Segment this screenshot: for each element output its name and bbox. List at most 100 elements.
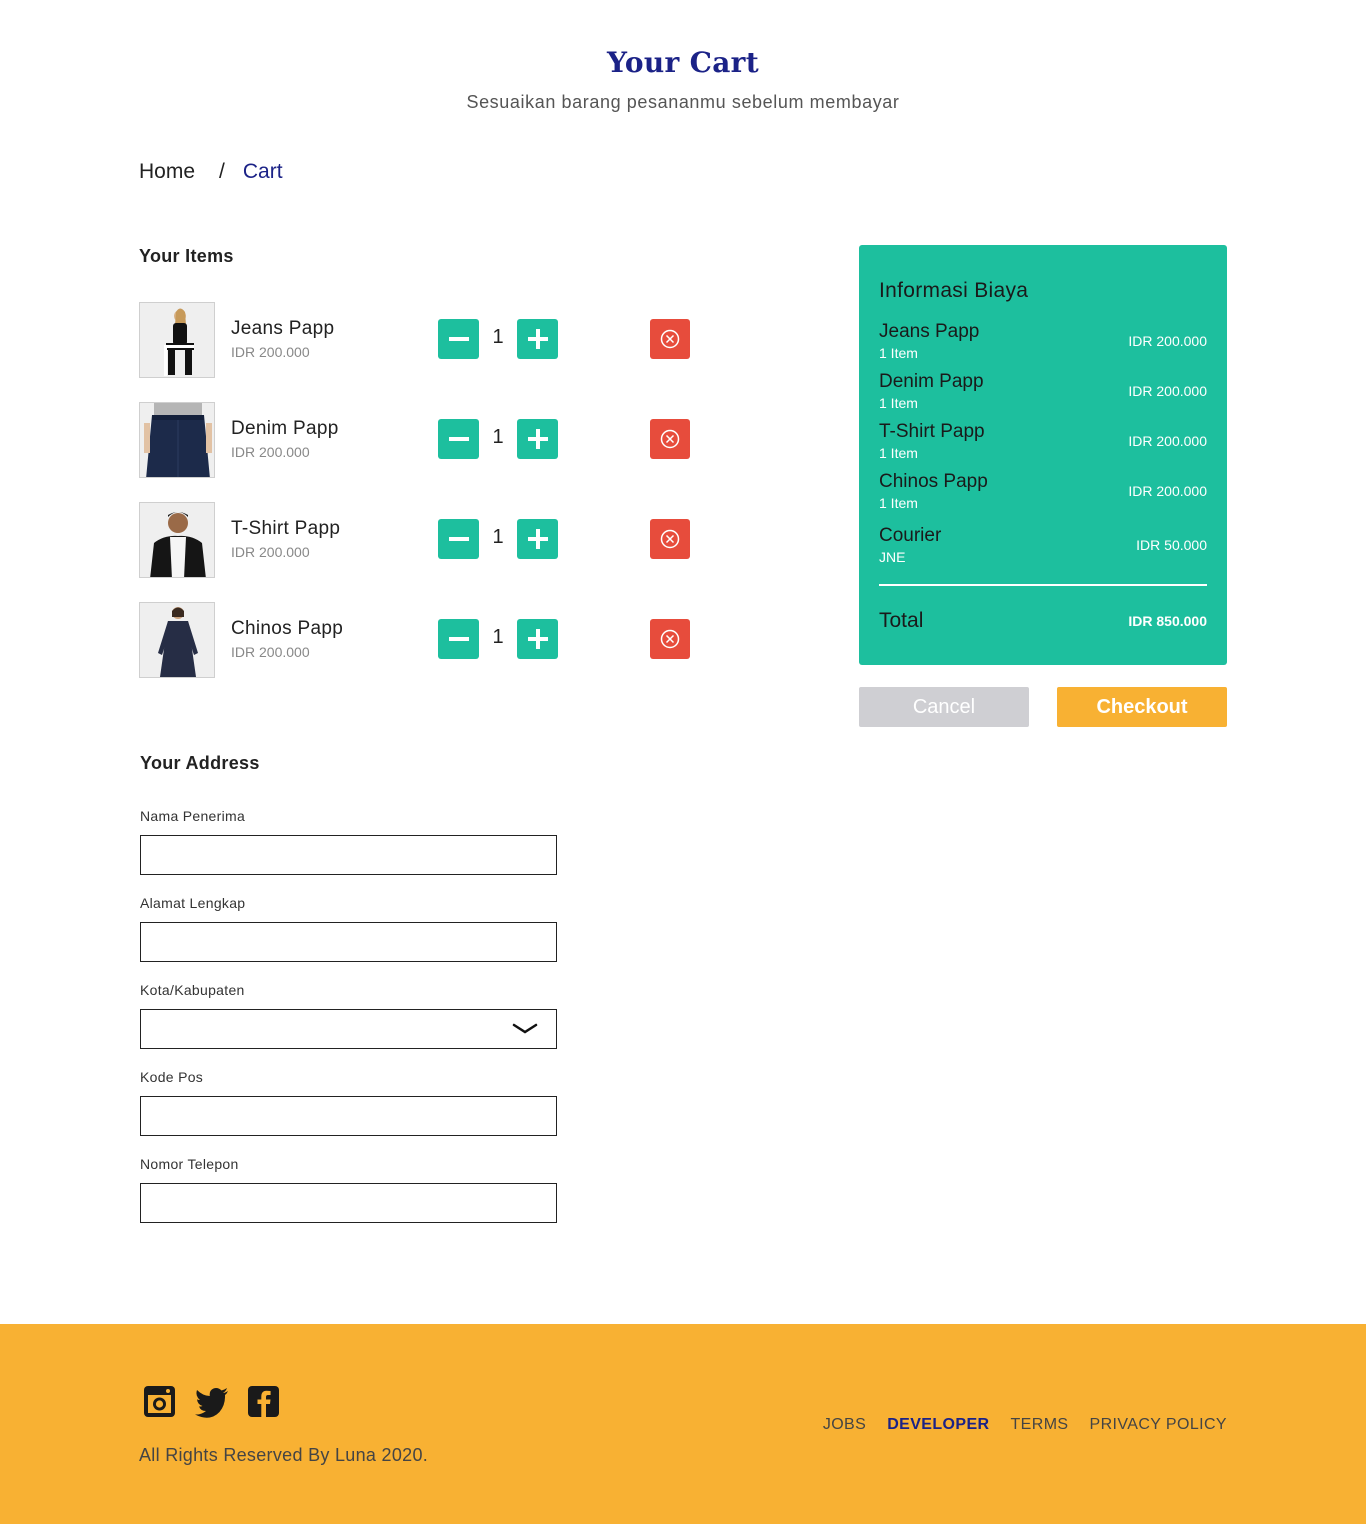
instagram-icon[interactable] <box>143 1386 177 1418</box>
postal-code-input[interactable] <box>140 1096 557 1136</box>
chevron-down-icon <box>512 1023 538 1034</box>
footer-link-terms[interactable]: TERMS <box>1011 1416 1069 1434</box>
product-image-denim-skirt <box>139 402 215 478</box>
increase-quantity-button[interactable] <box>517 619 558 659</box>
page-subtitle: Sesuaikan barang pesananmu sebelum memba… <box>466 92 900 112</box>
cost-summary-card: Informasi Biaya Jeans Papp 1 Item IDR 20… <box>859 245 1227 665</box>
product-image-man-black-jacket <box>139 502 215 578</box>
quantity-value: 1 <box>492 626 504 648</box>
minus-icon <box>448 537 469 541</box>
quantity-value: 1 <box>492 526 504 548</box>
summary-row: Jeans Papp 1 Item IDR 200.000 <box>879 321 1207 365</box>
summary-item-price: IDR 200.000 <box>1128 383 1207 399</box>
breadcrumb-home-link[interactable]: Home <box>139 160 195 184</box>
social-links <box>143 1386 281 1418</box>
breadcrumb-separator: / <box>219 160 225 183</box>
summary-item-detail: 1 Item <box>879 345 918 361</box>
product-image-woman-navy-dress <box>139 602 215 678</box>
courier-price: IDR 50.000 <box>1136 537 1207 553</box>
postal-code-label: Kode Pos <box>140 1069 204 1085</box>
increase-quantity-button[interactable] <box>517 419 558 459</box>
item-price: IDR 200.000 <box>231 644 310 660</box>
cart-item: T-Shirt Papp IDR 200.000 1 <box>139 502 699 578</box>
courier-name: JNE <box>879 549 906 565</box>
cart-item: Denim Papp IDR 200.000 1 <box>139 402 699 478</box>
plus-icon <box>527 629 548 649</box>
recipient-name-label: Nama Penerima <box>140 808 246 824</box>
copyright-text: All Rights Reserved By Luna 2020. <box>139 1445 429 1465</box>
summary-row: T-Shirt Papp 1 Item IDR 200.000 <box>879 421 1207 465</box>
cart-page: Your Cart Sesuaikan barang pesananmu seb… <box>0 0 1366 1524</box>
footer: All Rights Reserved By Luna 2020. JOBS D… <box>0 1324 1366 1524</box>
phone-number-label: Nomor Telepon <box>140 1156 239 1172</box>
decrease-quantity-button[interactable] <box>438 419 479 459</box>
cart-item: Chinos Papp IDR 200.000 1 <box>139 602 699 678</box>
summary-item-price: IDR 200.000 <box>1128 433 1207 449</box>
item-price: IDR 200.000 <box>231 544 310 560</box>
summary-item-price: IDR 200.000 <box>1128 333 1207 349</box>
increase-quantity-button[interactable] <box>517 319 558 359</box>
checkout-button[interactable]: Checkout <box>1057 687 1227 727</box>
phone-number-input[interactable] <box>140 1183 557 1223</box>
summary-row: Denim Papp 1 Item IDR 200.000 <box>879 371 1207 415</box>
item-price: IDR 200.000 <box>231 344 310 360</box>
minus-icon <box>448 437 469 441</box>
quantity-value: 1 <box>492 426 504 448</box>
total-value: IDR 850.000 <box>1128 613 1207 629</box>
summary-title: Informasi Biaya <box>879 279 1029 302</box>
summary-item-price: IDR 200.000 <box>1128 483 1207 499</box>
summary-item-detail: 1 Item <box>879 495 918 511</box>
remove-item-button[interactable] <box>650 619 690 659</box>
cancel-button[interactable]: Cancel <box>859 687 1029 727</box>
item-name: T-Shirt Papp <box>231 518 341 539</box>
product-image-woman-black-outfit <box>139 302 215 378</box>
plus-icon <box>527 329 548 349</box>
city-label: Kota/Kabupaten <box>140 982 245 998</box>
item-name: Chinos Papp <box>231 618 344 639</box>
remove-item-button[interactable] <box>650 319 690 359</box>
summary-item-name: Jeans Papp <box>879 321 980 342</box>
summary-item-name: T-Shirt Papp <box>879 421 985 442</box>
footer-link-jobs[interactable]: JOBS <box>823 1416 866 1434</box>
increase-quantity-button[interactable] <box>517 519 558 559</box>
full-address-label: Alamat Lengkap <box>140 895 246 911</box>
footer-link-developer[interactable]: DEVELOPER <box>887 1416 989 1434</box>
cart-item: Jeans Papp IDR 200.000 1 <box>139 302 699 378</box>
minus-icon <box>448 337 469 341</box>
remove-item-button[interactable] <box>650 419 690 459</box>
breadcrumb-current: Cart <box>242 160 283 183</box>
plus-icon <box>527 429 548 449</box>
twitter-icon[interactable] <box>195 1386 229 1418</box>
recipient-name-input[interactable] <box>140 835 557 875</box>
summary-row: Chinos Papp 1 Item IDR 200.000 <box>879 471 1207 515</box>
footer-link-privacy-policy[interactable]: PRIVACY POLICY <box>1090 1416 1228 1434</box>
facebook-icon[interactable] <box>247 1386 281 1418</box>
decrease-quantity-button[interactable] <box>438 519 479 559</box>
city-select[interactable] <box>140 1009 557 1049</box>
page-title: Your Cart <box>607 46 759 79</box>
quantity-value: 1 <box>492 326 504 348</box>
total-label: Total <box>879 609 924 632</box>
close-circle-icon <box>660 529 680 549</box>
courier-label: Courier <box>879 525 942 546</box>
summary-item-detail: 1 Item <box>879 445 918 461</box>
decrease-quantity-button[interactable] <box>438 619 479 659</box>
summary-courier-row: Courier JNE IDR 50.000 <box>879 525 1207 569</box>
full-address-input[interactable] <box>140 922 557 962</box>
item-price: IDR 200.000 <box>231 444 310 460</box>
close-circle-icon <box>660 629 680 649</box>
item-name: Denim Papp <box>231 418 339 439</box>
summary-item-name: Chinos Papp <box>879 471 988 492</box>
items-heading: Your Items <box>139 246 234 266</box>
close-circle-icon <box>660 329 680 349</box>
summary-item-detail: 1 Item <box>879 395 918 411</box>
summary-item-name: Denim Papp <box>879 371 984 392</box>
item-name: Jeans Papp <box>231 318 335 339</box>
footer-nav: JOBS DEVELOPER TERMS PRIVACY POLICY <box>823 1416 1227 1434</box>
decrease-quantity-button[interactable] <box>438 319 479 359</box>
minus-icon <box>448 637 469 641</box>
breadcrumb: Home / Cart <box>139 160 283 184</box>
summary-divider <box>879 584 1207 586</box>
close-circle-icon <box>660 429 680 449</box>
remove-item-button[interactable] <box>650 519 690 559</box>
